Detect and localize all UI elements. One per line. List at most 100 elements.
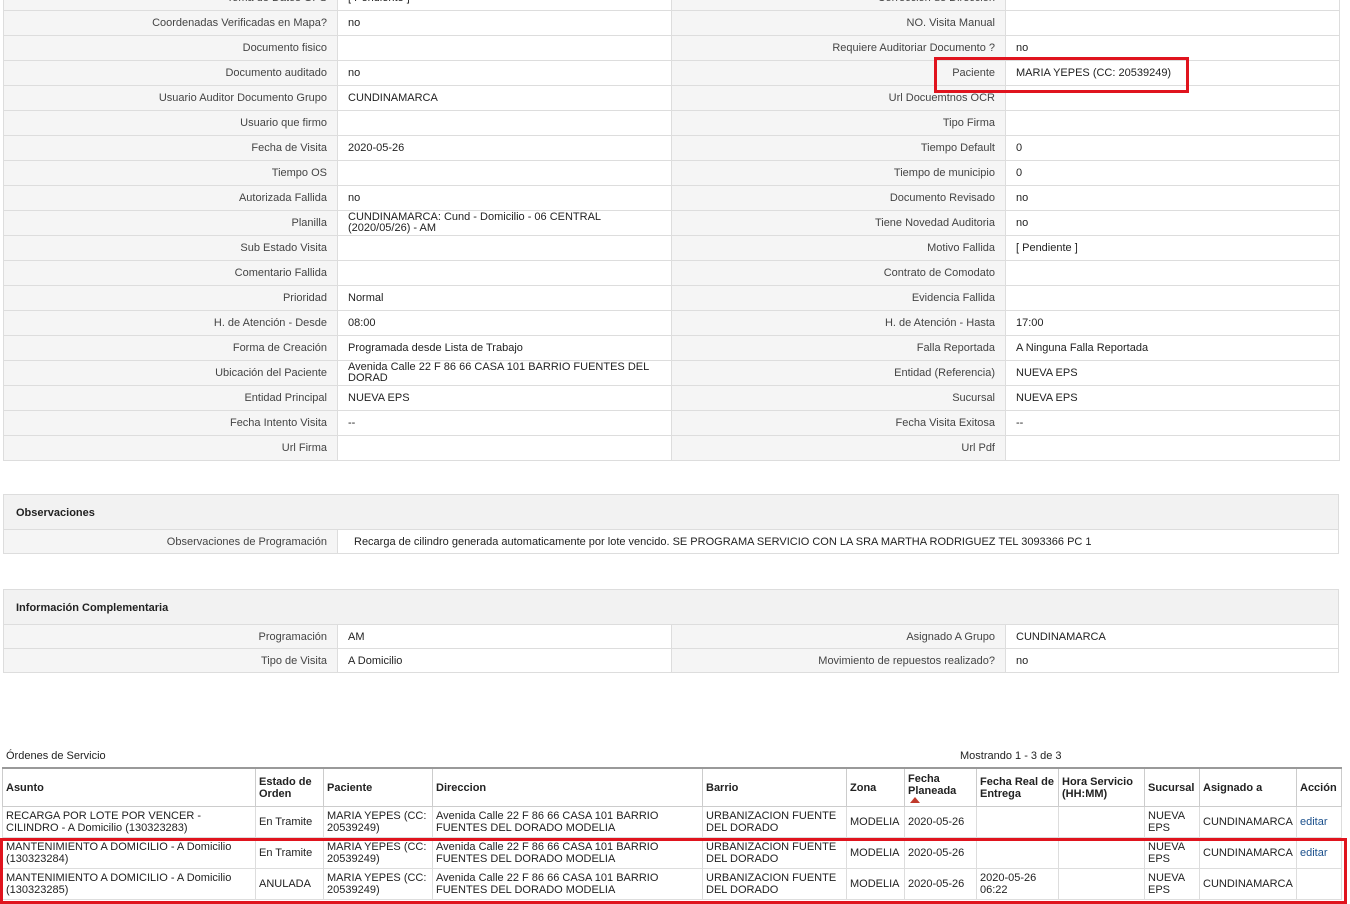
- field-label: Movimiento de repuestos realizado?: [671, 648, 1006, 673]
- complementaria-panel: Información Complementaria Programación A…: [3, 589, 1339, 673]
- field-label: Usuario que firmo: [3, 110, 338, 136]
- field-label: Entidad Principal: [3, 385, 338, 411]
- complementaria-row: Tipo de Visita A Domicilio Movimiento de r…: [3, 648, 1339, 673]
- col-hora-servicio-header[interactable]: Hora Servicio (HH:MM): [1058, 767, 1145, 807]
- field-value: Normal: [337, 285, 672, 311]
- edit-order-link[interactable]: editar: [1296, 806, 1342, 838]
- field-label: Asignado A Grupo: [671, 624, 1006, 649]
- col-paciente-header[interactable]: Paciente: [323, 767, 433, 807]
- observaciones-label: Observaciones de Programación: [3, 529, 338, 554]
- col-zona-header[interactable]: Zona: [846, 767, 905, 807]
- orders-count: Mostrando 1 - 3 de 3: [960, 750, 1062, 762]
- field-label: H. de Atención - Desde: [3, 310, 338, 336]
- col-asignado-cell: CUNDINAMARCA: [1199, 806, 1297, 838]
- col-barrio-header[interactable]: Barrio: [702, 767, 847, 807]
- field-value: --: [337, 410, 672, 436]
- field-label: Fecha Visita Exitosa: [671, 410, 1006, 436]
- field-value: AM: [337, 624, 672, 649]
- col-direccion-header[interactable]: Direccion: [432, 767, 703, 807]
- col-sucursal-cell: NUEVA EPS: [1144, 868, 1200, 900]
- col-zona-cell: MODELIA: [846, 806, 905, 838]
- field-value: [1005, 110, 1340, 136]
- col-asunto-cell: MANTENIMIENTO A DOMICILIO - A Domicilio …: [2, 837, 256, 869]
- col-fecha-real-cell: 2020-05-26 06:22: [976, 868, 1059, 900]
- orders-title: Órdenes de Servicio: [6, 750, 106, 762]
- field-value: NUEVA EPS: [1005, 385, 1340, 411]
- detail-row: Prioridad Normal Evidencia Fallida: [3, 285, 1340, 311]
- field-value: [1005, 260, 1340, 286]
- col-asunto-header[interactable]: Asunto: [2, 767, 256, 807]
- field-value: no: [1005, 648, 1339, 673]
- field-value: [337, 110, 672, 136]
- field-value: CUNDINAMARCA: [1005, 624, 1339, 649]
- col-fecha-planeada-label: Fecha Planeada: [908, 772, 957, 797]
- observaciones-panel: Observaciones Observaciones de Programac…: [3, 494, 1339, 554]
- field-value: NUEVA EPS: [1005, 360, 1340, 386]
- field-label: Tiempo Default: [671, 135, 1006, 161]
- field-label: Entidad (Referencia): [671, 360, 1006, 386]
- field-label: Documento auditado: [3, 60, 338, 86]
- field-label: Comentario Fallida: [3, 260, 338, 286]
- field-value: [1005, 85, 1340, 111]
- orders-header-row: Asunto Estado de Orden Paciente Direccion Ba…: [2, 767, 1342, 807]
- field-label: Coordenadas Verificadas en Mapa?: [3, 10, 338, 36]
- field-label: Documento Revisado: [671, 185, 1006, 211]
- col-fecha-real-header[interactable]: Fecha Real de Entrega: [976, 767, 1059, 807]
- col-accion-label: Acción: [1300, 781, 1337, 794]
- sort-ascending-icon[interactable]: [910, 796, 920, 803]
- col-hora-servicio-label: Hora Servicio (HH:MM): [1062, 775, 1133, 800]
- col-estado-header[interactable]: Estado de Orden: [255, 767, 324, 807]
- field-label: Prioridad: [3, 285, 338, 311]
- col-estado-cell: En Tramite: [255, 837, 324, 869]
- col-asignado-header[interactable]: Asignado a: [1199, 767, 1297, 807]
- order-row: MANTENIMIENTO A DOMICILIO - A Domicilio …: [2, 837, 1342, 869]
- field-label: Url Docuemtnos OCR: [671, 85, 1006, 111]
- visit-detail-body: Toma de Datos GPS[ Pendiente ]Corrección…: [3, 0, 1340, 461]
- col-asunto-cell: RECARGA POR LOTE POR VENCER - CILINDRO -…: [2, 806, 256, 838]
- col-estado-label: Estado de Orden: [259, 775, 312, 800]
- col-paciente-label: Paciente: [327, 781, 373, 794]
- col-sucursal-header[interactable]: Sucursal: [1144, 767, 1200, 807]
- col-asignado-cell: CUNDINAMARCA: [1199, 868, 1297, 900]
- field-value: [337, 35, 672, 61]
- field-value: CUNDINAMARCA: [337, 85, 672, 111]
- field-label: Tiempo de municipio: [671, 160, 1006, 186]
- col-hora-servicio-cell: [1058, 837, 1145, 869]
- order-row: MANTENIMIENTO A DOMICILIO - A Domicilio …: [2, 868, 1342, 900]
- field-label: Url Firma: [3, 435, 338, 461]
- field-value: MARIA YEPES (CC: 20539249): [1005, 60, 1340, 86]
- field-label: Url Pdf: [671, 435, 1006, 461]
- col-fecha-planeada-header[interactable]: Fecha Planeada: [904, 767, 977, 807]
- field-label: Planilla: [3, 210, 338, 236]
- col-accion-header[interactable]: Acción: [1296, 767, 1342, 807]
- detail-row: Fecha de Visita 2020-05-26 Tiempo Default 0: [3, 135, 1340, 161]
- field-label: Falla Reportada: [671, 335, 1006, 361]
- field-value: [337, 435, 672, 461]
- field-value: no: [337, 60, 672, 86]
- col-direccion-cell: Avenida Calle 22 F 86 66 CASA 101 BARRIO…: [432, 837, 703, 869]
- field-value: NUEVA EPS: [337, 385, 672, 411]
- col-asunto-cell: MANTENIMIENTO A DOMICILIO - A Domicilio …: [2, 868, 256, 900]
- col-sucursal-cell: NUEVA EPS: [1144, 837, 1200, 869]
- edit-order-link[interactable]: editar: [1296, 837, 1342, 869]
- detail-row: Autorizada Fallida no Documento Revisado no: [3, 185, 1340, 211]
- field-value: CUNDINAMARCA: Cund - Domicilio - 06 CENT…: [337, 210, 672, 236]
- field-label: Usuario Auditor Documento Grupo: [3, 85, 338, 111]
- field-value: no: [1005, 210, 1340, 236]
- field-value: 17:00: [1005, 310, 1340, 336]
- detail-row: Tiempo OS Tiempo de municipio 0: [3, 160, 1340, 186]
- col-direccion-cell: Avenida Calle 22 F 86 66 CASA 101 BARRIO…: [432, 806, 703, 838]
- field-value: Avenida Calle 22 F 86 66 CASA 101 BARRIO…: [337, 360, 672, 386]
- field-value: no: [1005, 185, 1340, 211]
- col-paciente-cell: MARIA YEPES (CC: 20539249): [323, 837, 433, 869]
- field-value: [1005, 10, 1340, 36]
- field-value: Programada desde Lista de Trabajo: [337, 335, 672, 361]
- col-fecha-planeada-cell: 2020-05-26: [904, 806, 977, 838]
- col-paciente-cell: MARIA YEPES (CC: 20539249): [323, 868, 433, 900]
- field-value: [1005, 285, 1340, 311]
- detail-row: Comentario Fallida Contrato de Comodato: [3, 260, 1340, 286]
- field-label: Fecha Intento Visita: [3, 410, 338, 436]
- col-paciente-cell: MARIA YEPES (CC: 20539249): [323, 806, 433, 838]
- col-asignado-label: Asignado a: [1203, 781, 1263, 794]
- detail-row: Usuario que firmo Tipo Firma: [3, 110, 1340, 136]
